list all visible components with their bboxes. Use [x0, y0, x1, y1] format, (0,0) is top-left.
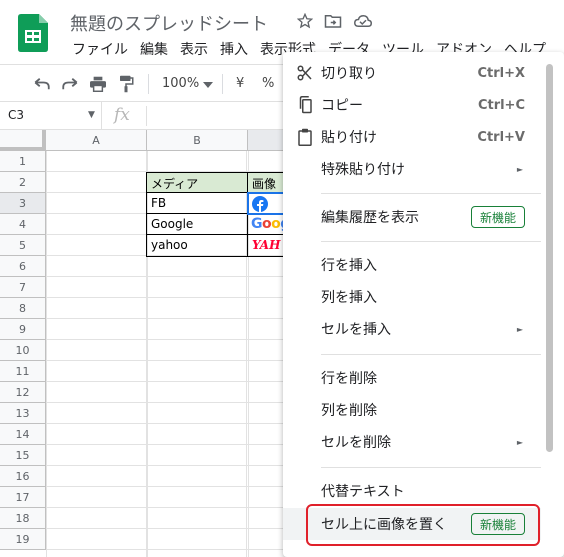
- star-icon[interactable]: [294, 10, 316, 32]
- highlight-annotation: [306, 504, 540, 546]
- menu-cut[interactable]: 切り取り Ctrl+X: [283, 58, 541, 88]
- row-header[interactable]: 7: [0, 277, 46, 298]
- clipboard-icon: [295, 127, 315, 147]
- menu-insert-column-label: 列を挿入: [321, 290, 377, 306]
- redo-icon[interactable]: [60, 74, 80, 94]
- select-all-corner[interactable]: [0, 130, 46, 151]
- menu-delete-cells-label: セルを削除: [321, 435, 391, 451]
- menu-insert-row-label: 行を挿入: [321, 258, 377, 274]
- context-menu: 切り取り Ctrl+X コピー Ctrl+C 貼り付け Ctrl+V 特殊貼り付…: [283, 52, 564, 557]
- menu-separator: [321, 467, 541, 468]
- currency-format-button[interactable]: ¥: [236, 76, 244, 91]
- chevron-down-icon[interactable]: [198, 75, 218, 95]
- paint-format-icon[interactable]: [116, 74, 136, 94]
- row-header[interactable]: 15: [0, 445, 46, 466]
- menu-view[interactable]: 表示: [174, 40, 214, 62]
- formula-divider: [146, 106, 147, 126]
- row-header[interactable]: 1: [0, 151, 46, 172]
- toolbar-divider: [148, 74, 149, 94]
- cell-b5[interactable]: yahoo: [147, 235, 248, 256]
- row-header[interactable]: 8: [0, 298, 46, 319]
- menu-separator: [321, 241, 541, 242]
- menu-copy-label: コピー: [321, 98, 363, 114]
- sheets-logo-icon[interactable]: [18, 14, 48, 52]
- toolbar-divider: [222, 74, 223, 94]
- fx-icon: fx: [114, 105, 130, 125]
- percent-format-button[interactable]: %: [262, 76, 274, 91]
- menu-alt-text[interactable]: 代替テキスト: [283, 476, 541, 506]
- submenu-arrow-icon: ►: [516, 324, 523, 334]
- menu-delete-row-label: 行を削除: [321, 371, 377, 387]
- menu-separator: [321, 193, 541, 194]
- menu-paste-special-label: 特殊貼り付け: [321, 162, 405, 178]
- row-header[interactable]: 13: [0, 403, 46, 424]
- submenu-arrow-icon: ►: [516, 164, 523, 174]
- menu-paste-special[interactable]: 特殊貼り付け ►: [283, 154, 541, 184]
- menu-alt-text-label: 代替テキスト: [321, 484, 405, 500]
- submenu-arrow-icon: ►: [516, 437, 523, 447]
- undo-icon[interactable]: [32, 74, 52, 94]
- menu-delete-cells[interactable]: セルを削除 ►: [283, 427, 541, 457]
- menu-edit[interactable]: 編集: [134, 40, 174, 62]
- name-box-dropdown-icon[interactable]: ▼: [88, 110, 95, 120]
- move-folder-icon[interactable]: [322, 10, 344, 32]
- column-header-a[interactable]: A: [46, 130, 147, 151]
- row-header[interactable]: 18: [0, 508, 46, 529]
- row-header[interactable]: 12: [0, 382, 46, 403]
- menu-insert-cells[interactable]: セルを挿入 ►: [283, 314, 541, 344]
- menu-insert-row[interactable]: 行を挿入: [283, 250, 541, 280]
- row-header[interactable]: 2: [0, 172, 46, 193]
- print-icon[interactable]: [88, 74, 108, 94]
- menu-cut-shortcut: Ctrl+X: [477, 65, 525, 81]
- menu-file[interactable]: ファイル: [66, 40, 134, 62]
- row-header[interactable]: 16: [0, 466, 46, 487]
- row-header[interactable]: 3: [0, 193, 46, 214]
- row-header[interactable]: 6: [0, 256, 46, 277]
- menu-copy[interactable]: コピー Ctrl+C: [283, 90, 541, 120]
- menu-delete-column[interactable]: 列を削除: [283, 395, 541, 425]
- menu-insert-cells-label: セルを挿入: [321, 322, 391, 338]
- menu-paste-shortcut: Ctrl+V: [477, 129, 525, 145]
- document-title[interactable]: 無題のスプレッドシート: [70, 10, 268, 36]
- row-header[interactable]: 11: [0, 361, 46, 382]
- menu-insert-column[interactable]: 列を挿入: [283, 282, 541, 312]
- cell-b4[interactable]: Google: [147, 214, 248, 235]
- scissors-icon: [295, 63, 315, 83]
- column-header-b[interactable]: B: [147, 130, 248, 151]
- cell-c4-image[interactable]: Goog: [248, 214, 284, 235]
- menu-separator: [321, 354, 541, 355]
- menu-edit-history-label: 編集履歴を表示: [321, 210, 419, 226]
- row-header[interactable]: 9: [0, 319, 46, 340]
- table-border-line: [146, 234, 291, 235]
- zoom-select[interactable]: 100%: [162, 76, 199, 91]
- menu-edit-history[interactable]: 編集履歴を表示 新機能: [283, 202, 541, 232]
- cell-b3[interactable]: FB: [147, 193, 248, 214]
- menu-paste-label: 貼り付け: [321, 130, 377, 146]
- menu-scrollbar[interactable]: [546, 64, 553, 452]
- menu-cut-label: 切り取り: [321, 66, 377, 82]
- cloud-status-icon[interactable]: [352, 10, 374, 32]
- menu-paste[interactable]: 貼り付け Ctrl+V: [283, 122, 541, 152]
- menu-delete-column-label: 列を削除: [321, 403, 377, 419]
- row-header[interactable]: 5: [0, 235, 46, 256]
- menu-delete-row[interactable]: 行を削除: [283, 363, 541, 393]
- cell-c5-image[interactable]: YAH: [248, 235, 284, 256]
- row-header[interactable]: 14: [0, 424, 46, 445]
- new-feature-badge: 新機能: [470, 206, 525, 228]
- row-header[interactable]: 4: [0, 214, 46, 235]
- row-header[interactable]: 17: [0, 487, 46, 508]
- row-header[interactable]: 19: [0, 529, 46, 550]
- menu-insert[interactable]: 挿入: [214, 40, 254, 62]
- row-header[interactable]: 10: [0, 340, 46, 361]
- name-box[interactable]: C3: [0, 102, 102, 129]
- copy-icon: [295, 95, 315, 115]
- menu-copy-shortcut: Ctrl+C: [477, 97, 525, 113]
- cell-b2[interactable]: メディア: [147, 172, 248, 193]
